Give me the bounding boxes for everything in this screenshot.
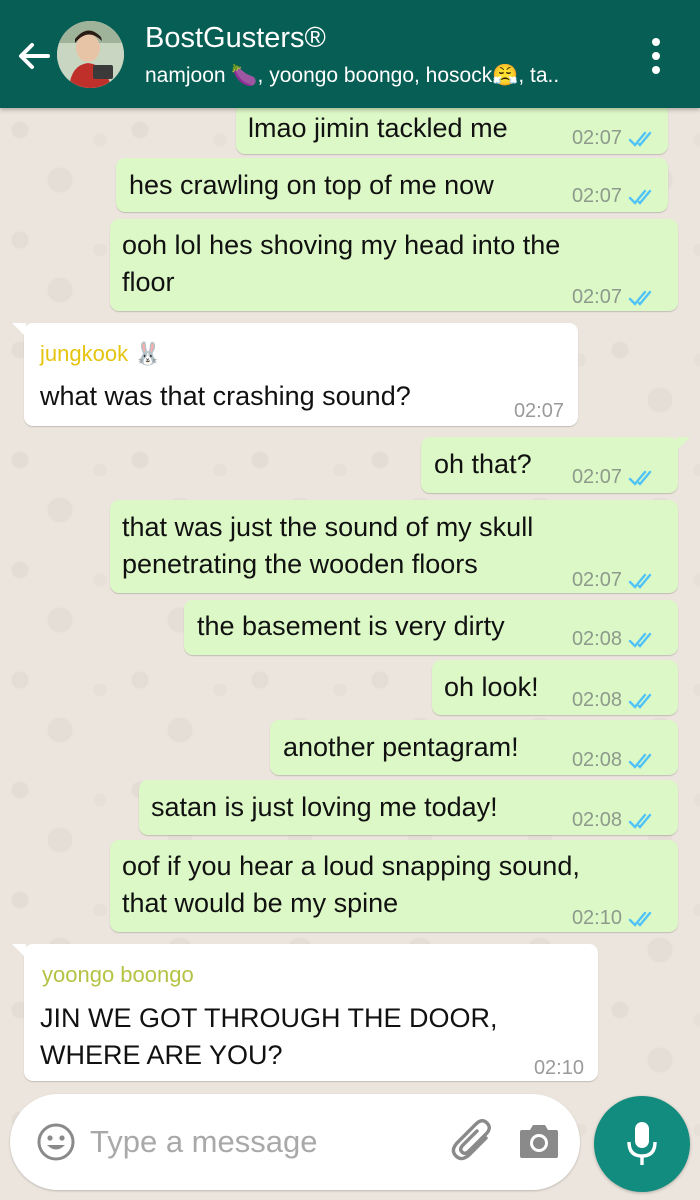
message-meta: 02:10 — [572, 900, 656, 937]
message-text: what was that crashing sound? — [40, 381, 411, 411]
paperclip-icon[interactable] — [450, 1116, 496, 1166]
bubble-tail — [12, 944, 26, 958]
double-check-icon — [628, 632, 652, 648]
message-time: 02:07 — [513, 400, 564, 422]
message-bubble[interactable]: oof if you hear a loud snapping sound, t… — [110, 840, 678, 932]
message-text: hes crawling on top of me now — [129, 170, 494, 200]
voice-record-button[interactable] — [594, 1096, 690, 1192]
message-bubble[interactable]: ooh lol hes shoving my head into the flo… — [110, 219, 678, 311]
message-time: 02:10 — [571, 907, 622, 929]
message-time: 02:07 — [571, 127, 622, 149]
message-text-line: that was just the sound of my skull — [122, 512, 534, 542]
message-bubble[interactable]: jungkook 🐰 what was that crashing sound?… — [12, 323, 578, 426]
message-time: 02:08 — [571, 809, 622, 831]
message-meta: 02:07 — [572, 178, 656, 215]
message-meta: 02:08 — [572, 682, 656, 719]
double-check-icon — [628, 470, 652, 486]
message-bubble[interactable]: another pentagram! 02:08 — [270, 720, 678, 775]
message-bubble[interactable]: lmao jimin tackled me 02:07 — [236, 108, 668, 154]
chat-header: BostGusters® namjoon 🍆, yoongo boongo, h… — [0, 0, 700, 108]
message-meta: 02:07 — [572, 459, 656, 496]
message-meta: 02:08 — [572, 802, 656, 839]
message-composer[interactable]: Type a message — [10, 1094, 580, 1190]
message-text-line: floor — [122, 267, 175, 297]
message-text-line: penetrating the wooden floors — [122, 549, 478, 579]
arrow-left-icon[interactable] — [14, 36, 54, 76]
message-input[interactable]: Type a message — [90, 1124, 317, 1160]
message-meta: 02:10 — [534, 1050, 584, 1087]
double-check-icon — [628, 189, 652, 205]
message-time: 02:07 — [571, 569, 622, 591]
double-check-icon — [628, 290, 652, 306]
message-text-line: WHERE ARE YOU? — [40, 1040, 283, 1070]
message-time: 02:08 — [571, 628, 622, 650]
message-meta: 02:08 — [572, 742, 656, 779]
message-text: lmao jimin tackled me — [248, 113, 508, 143]
message-text-line: oof if you hear a loud snapping sound, — [122, 851, 580, 881]
message-meta: 02:07 — [572, 279, 656, 316]
message-text: satan is just loving me today! — [151, 792, 498, 822]
message-bubble[interactable]: hes crawling on top of me now 02:07 — [116, 158, 668, 212]
message-time: 02:10 — [533, 1057, 584, 1079]
message-time: 02:07 — [571, 466, 622, 488]
message-list[interactable]: lmao jimin tackled me 02:07 hes crawling… — [0, 108, 700, 1088]
message-bubble[interactable]: oh look! 02:08 — [432, 660, 678, 715]
smiley-icon[interactable] — [36, 1122, 76, 1162]
double-check-icon — [628, 573, 652, 589]
message-time: 02:08 — [571, 749, 622, 771]
message-text-line: JIN WE GOT THROUGH THE DOOR, — [40, 1003, 498, 1033]
double-check-icon — [628, 911, 652, 927]
camera-icon[interactable] — [518, 1122, 560, 1160]
chat-participants[interactable]: namjoon 🍆, yoongo boongo, hosock😤, ta.. — [145, 64, 615, 88]
double-check-icon — [628, 813, 652, 829]
double-check-icon — [628, 693, 652, 709]
message-meta: 02:07 — [572, 120, 656, 157]
group-avatar[interactable] — [57, 21, 124, 88]
message-meta: 02:07 — [514, 393, 564, 430]
bubble-tail — [12, 323, 26, 337]
chat-title[interactable]: BostGusters® — [145, 22, 326, 55]
bubble-tail — [676, 437, 690, 451]
message-bubble[interactable]: that was just the sound of my skull pene… — [110, 500, 678, 593]
message-time: 02:07 — [571, 185, 622, 207]
sender-name[interactable]: yoongo boongo — [42, 956, 194, 993]
message-bubble[interactable]: oh that? 02:07 — [421, 437, 690, 496]
message-text-line: that would be my spine — [122, 888, 399, 918]
message-bubble[interactable]: yoongo boongo JIN WE GOT THROUGH THE DOO… — [12, 944, 598, 1081]
message-bubble[interactable]: satan is just loving me today! 02:08 — [139, 780, 678, 835]
message-text: another pentagram! — [283, 732, 519, 762]
double-check-icon — [628, 753, 652, 769]
double-check-icon — [628, 131, 652, 147]
message-text-line: ooh lol hes shoving my head into the — [122, 230, 561, 260]
message-meta: 02:08 — [572, 621, 656, 658]
microphone-icon — [625, 1120, 659, 1168]
message-time: 02:07 — [571, 286, 622, 308]
message-text: oh that? — [434, 449, 532, 479]
sender-name[interactable]: jungkook 🐰 — [40, 335, 162, 372]
message-text: oh look! — [444, 672, 539, 702]
vertical-dots-icon[interactable] — [644, 36, 668, 76]
message-time: 02:08 — [571, 689, 622, 711]
message-bubble[interactable]: the basement is very dirty 02:08 — [184, 600, 678, 655]
message-text: the basement is very dirty — [197, 611, 505, 641]
message-meta: 02:07 — [572, 562, 656, 599]
